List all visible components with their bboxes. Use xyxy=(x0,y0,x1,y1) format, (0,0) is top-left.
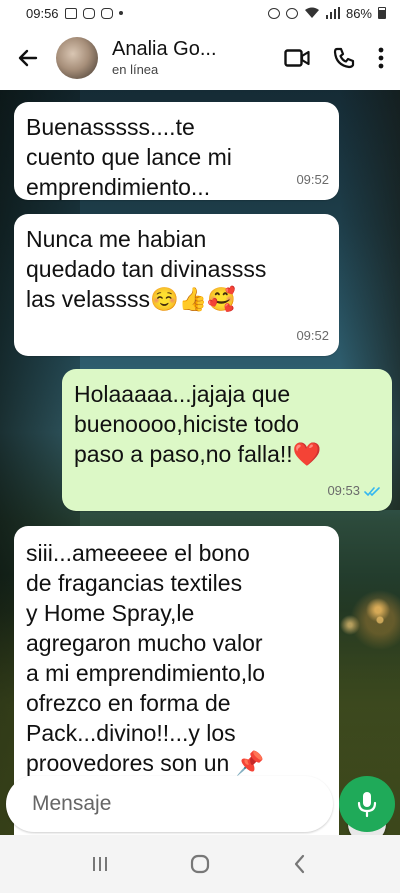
voice-record-button[interactable] xyxy=(339,776,395,832)
message-bubble-incoming[interactable]: Nunca me habian quedado tan divinassss l… xyxy=(14,214,339,356)
message-time: 09:53 xyxy=(327,483,360,498)
message-bubble-outgoing[interactable]: Holaaaaa...jajaja que buenoooo,hiciste t… xyxy=(62,369,392,511)
instagram-notification-icon xyxy=(100,7,113,19)
chat-header: Analia Go... en línea xyxy=(0,26,400,90)
chat-area[interactable]: Buenasssss....te cuento que lance mi emp… xyxy=(0,90,400,835)
message-bubble-incoming[interactable]: Buenasssss....te cuento que lance mi emp… xyxy=(14,102,339,200)
battery-icon xyxy=(378,7,386,19)
contact-name: Analia Go... xyxy=(112,38,217,60)
instagram-notification-icon xyxy=(82,7,95,19)
message-text: Buenasssss....te cuento que lance mi emp… xyxy=(26,114,232,200)
battery-level: 86% xyxy=(345,5,372,21)
recent-apps-icon[interactable] xyxy=(90,854,110,874)
back-nav-icon[interactable] xyxy=(290,853,310,875)
contact-status: en línea xyxy=(112,62,159,77)
gallery-notification-icon xyxy=(64,7,77,19)
message-text: Nunca me habian quedado tan divinassss l… xyxy=(26,226,267,312)
double-check-read-icon xyxy=(364,486,380,496)
alarm-clock-icon xyxy=(285,7,298,19)
back-button[interactable] xyxy=(0,26,56,90)
system-navigation-bar xyxy=(0,835,400,893)
contact-avatar[interactable] xyxy=(56,37,98,79)
status-time: 09:56 xyxy=(26,5,59,21)
message-input[interactable] xyxy=(32,792,303,816)
signal-icon xyxy=(325,7,340,19)
status-bar: 09:56 86% xyxy=(0,0,400,26)
more-notifications-icon xyxy=(118,11,123,15)
phone-call-icon[interactable] xyxy=(332,46,356,70)
message-composer xyxy=(6,776,333,832)
home-icon[interactable] xyxy=(189,853,211,875)
message-time: 09:52 xyxy=(296,172,329,187)
message-time: 09:52 xyxy=(296,328,329,343)
message-text: Holaaaaa...jajaja que buenoooo,hiciste t… xyxy=(74,381,322,467)
alarm-icon xyxy=(267,7,280,19)
arrow-left-icon xyxy=(18,49,38,67)
video-call-icon[interactable] xyxy=(284,48,310,68)
message-text: siii...ameeeee el bono de fragancias tex… xyxy=(26,540,266,776)
wifi-icon xyxy=(304,7,319,18)
contact-info[interactable]: Analia Go... en línea xyxy=(112,37,284,79)
more-options-icon[interactable] xyxy=(378,47,384,69)
microphone-icon xyxy=(357,792,377,818)
